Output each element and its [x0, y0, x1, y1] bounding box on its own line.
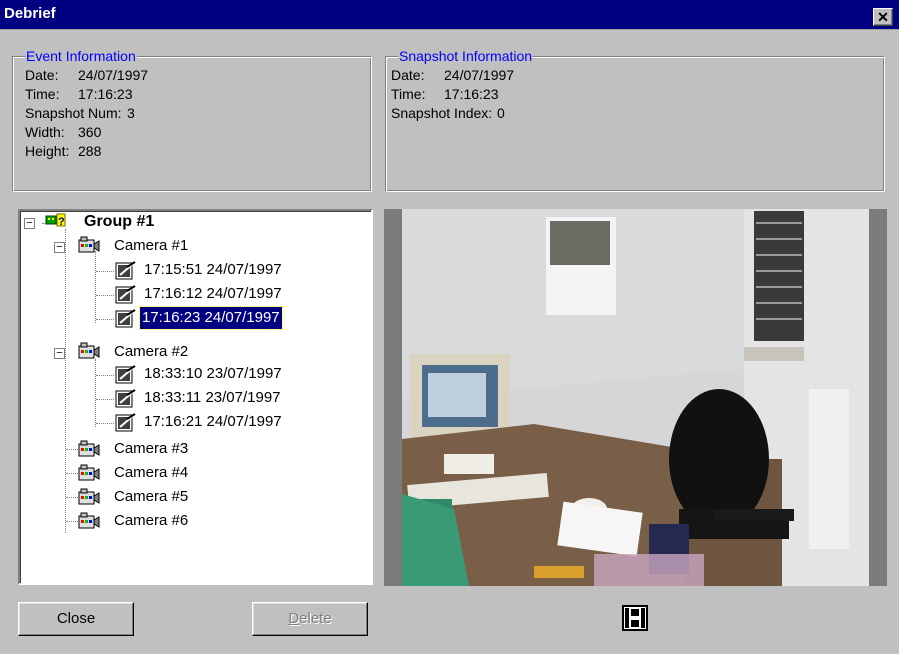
group-label: Group #1 [84, 213, 155, 230]
snapshot-time-row: Time: 17:16:23 [391, 86, 499, 102]
camera-label: Camera #5 [114, 488, 189, 505]
snapshot-icon [115, 309, 136, 328]
event-information-legend: Event Information [25, 48, 137, 64]
tree-line [95, 251, 96, 323]
camera-icon [78, 464, 100, 481]
event-information-group: Event Information Date: 24/07/1997 Time: 1… [12, 48, 372, 192]
event-width-row: Width: 360 [25, 124, 101, 140]
snapshot-time-label: Time: [391, 86, 426, 102]
event-date-row: Date: 24/07/1997 [25, 67, 148, 83]
snapshot-index-row: Snapshot Index: 0 [391, 105, 505, 121]
width-value: 360 [78, 124, 102, 140]
snapshot-icon [115, 365, 136, 384]
camera-icon [78, 512, 100, 529]
tree-line [96, 375, 114, 376]
snapshot-icon [115, 389, 136, 408]
tree-line [96, 423, 114, 424]
snapshot-icon [115, 413, 136, 432]
snapshot-label: 17:16:12 24/07/1997 [144, 285, 282, 302]
camera-1-collapse-toggle[interactable]: − [54, 242, 65, 253]
camera-icon [78, 488, 100, 505]
close-window-button[interactable]: ✕ [873, 8, 893, 26]
close-button[interactable]: Close [18, 602, 134, 636]
snapshot-label: 17:16:21 24/07/1997 [144, 413, 282, 430]
snapshot-icon [115, 261, 136, 280]
title-bar[interactable]: Debrief ✕ [0, 0, 899, 30]
tree-line [96, 295, 114, 296]
snapshot-index-label: Snapshot Index: [391, 105, 493, 121]
svg-text:?: ? [58, 216, 65, 228]
snapshot-label: 17:15:51 24/07/1997 [144, 261, 282, 278]
tree-line [95, 359, 96, 427]
event-date-label: Date: [25, 67, 59, 83]
tree-line [65, 229, 66, 533]
snapshot-label: 17:16:23 24/07/1997 [139, 306, 283, 330]
snapshot-information-group: Snapshot Information Date: 24/07/1997 Tim… [385, 48, 885, 192]
event-time-value: 17:16:23 [78, 86, 133, 102]
film-icon[interactable] [621, 604, 649, 632]
camera-2-collapse-toggle[interactable]: − [54, 348, 65, 359]
tree-line [96, 271, 114, 272]
camera-icon [78, 236, 100, 253]
window-title: Debrief [4, 5, 56, 22]
snapshot-preview [384, 209, 887, 586]
snapshot-index-value: 0 [497, 105, 505, 121]
event-height-row: Height: 288 [25, 143, 101, 159]
camera-label: Camera #2 [114, 343, 189, 360]
camera-label: Camera #3 [114, 440, 189, 457]
event-time-label: Time: [25, 86, 60, 102]
event-date-value: 24/07/1997 [78, 67, 149, 83]
snapshot-date-row: Date: 24/07/1997 [391, 67, 514, 83]
height-label: Height: [25, 143, 70, 159]
camera-icon [78, 342, 100, 359]
camera-label: Camera #4 [114, 464, 189, 481]
snapshot-date-value: 24/07/1997 [444, 67, 515, 83]
camera-icon [78, 440, 100, 457]
delete-label-rest: elete [299, 610, 332, 627]
camera-label: Camera #6 [114, 512, 189, 529]
event-time-row: Time: 17:16:23 [25, 86, 133, 102]
snapshot-time-value: 17:16:23 [444, 86, 499, 102]
tree-line [96, 399, 114, 400]
snapshot-date-label: Date: [391, 67, 425, 83]
delete-button[interactable]: Delete [252, 602, 368, 636]
snapshot-image [384, 209, 887, 586]
snapshot-num-value: 3 [127, 105, 135, 121]
snapshot-information-legend: Snapshot Information [398, 48, 534, 64]
group-icon: ? [45, 213, 66, 228]
delete-mnemonic: D [288, 610, 300, 627]
snapshot-label: 18:33:11 23/07/1997 [144, 389, 281, 406]
snapshot-label: 18:33:10 23/07/1997 [144, 365, 282, 382]
height-value: 288 [78, 143, 102, 159]
width-label: Width: [25, 124, 65, 140]
snapshot-icon [115, 285, 136, 304]
tree-line [96, 319, 114, 320]
camera-tree[interactable]: − ? Group #1 − Camera #1 17:15:51 24/07/… [18, 209, 373, 585]
snapshot-num-label: Snapshot Num: [25, 105, 122, 121]
camera-label: Camera #1 [114, 237, 189, 254]
group-collapse-toggle[interactable]: − [24, 218, 35, 229]
event-snapshot-num-row: Snapshot Num: 3 [25, 105, 135, 121]
